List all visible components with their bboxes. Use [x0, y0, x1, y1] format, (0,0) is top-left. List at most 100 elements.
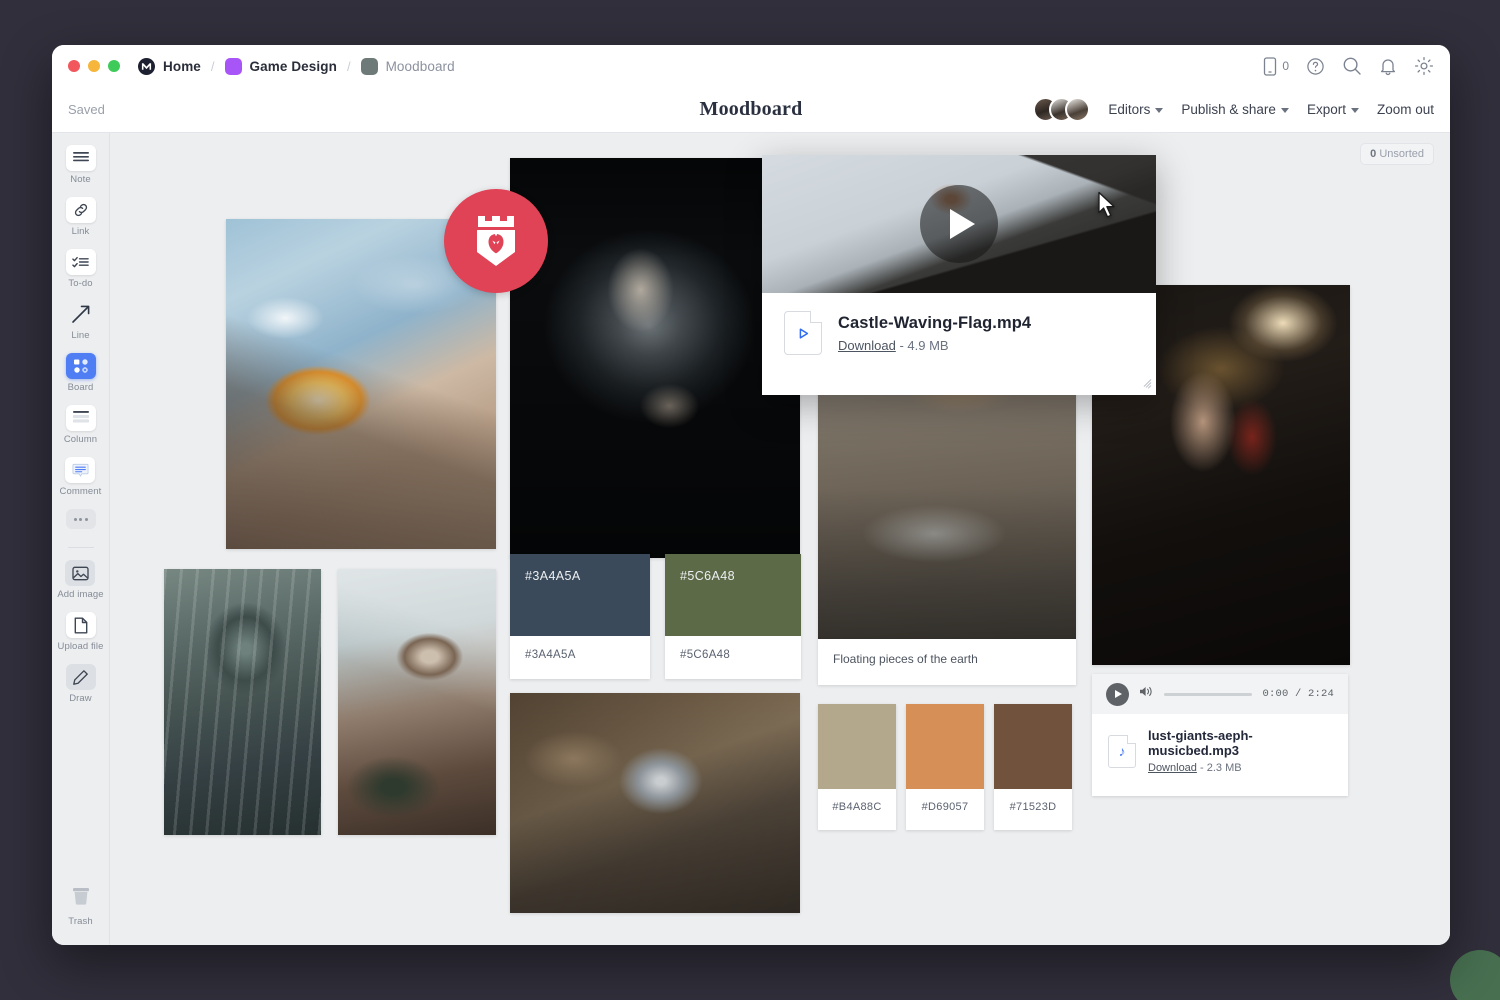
- purple-square-icon: [225, 58, 242, 75]
- zoom-out-label: Zoom out: [1377, 102, 1434, 117]
- audio-play-button[interactable]: [1106, 683, 1129, 706]
- unsorted-badge[interactable]: 0 Unsorted: [1360, 143, 1434, 165]
- notifications-icon[interactable]: [1379, 57, 1397, 76]
- swatch-hex-overlay: #5C6A48: [680, 569, 735, 583]
- sidebar-label-upload-file: Upload file: [58, 641, 104, 652]
- video-thumbnail[interactable]: [762, 155, 1156, 293]
- sidebar-item-trash[interactable]: Trash: [68, 884, 92, 927]
- grey-square-icon: [361, 58, 378, 75]
- image-mossy-knight-in-forest[interactable]: [164, 569, 321, 835]
- breadcrumb-label-moodboard: Moodboard: [386, 59, 455, 74]
- draw-pencil-icon: [66, 664, 96, 690]
- minimize-window-button[interactable]: [88, 60, 100, 72]
- traffic-lights: [68, 60, 120, 72]
- swatch-card-71523d[interactable]: #71523D: [994, 704, 1072, 830]
- swatch-card-3a4a5a[interactable]: #3A4A5A #3A4A5A: [510, 554, 650, 679]
- breadcrumb-item-moodboard[interactable]: Moodboard: [361, 58, 455, 75]
- caption-text: Floating pieces of the earth: [833, 652, 978, 666]
- settings-gear-icon[interactable]: [1414, 56, 1434, 76]
- sidebar-item-todo[interactable]: To-do: [66, 249, 96, 289]
- swatch-card-b4a88c[interactable]: #B4A88C: [818, 704, 896, 830]
- unsorted-label: Unsorted: [1379, 148, 1424, 160]
- audio-file-size: 2.3 MB: [1207, 762, 1242, 774]
- sidebar-label-trash: Trash: [68, 916, 92, 927]
- trash-icon: [69, 884, 93, 913]
- add-image-icon: [65, 560, 95, 586]
- swatch-color-d69057: [906, 704, 984, 789]
- swatch-label-71523d: #71523D: [994, 789, 1072, 825]
- video-download-link[interactable]: Download: [838, 338, 896, 353]
- video-play-button[interactable]: [920, 185, 998, 263]
- mobile-app-button[interactable]: 0: [1263, 57, 1289, 76]
- sidebar-label-column: Column: [64, 434, 97, 445]
- publish-share-label: Publish & share: [1181, 102, 1276, 117]
- audio-download-link[interactable]: Download: [1148, 762, 1197, 774]
- export-dropdown[interactable]: Export: [1307, 102, 1359, 117]
- audio-player-controls[interactable]: 0:00 / 2:24: [1092, 674, 1348, 714]
- desktop-background: Home / Game Design / Moodboard: [0, 0, 1500, 1000]
- swatch-color-71523d: [994, 704, 1072, 789]
- swatch-card-d69057[interactable]: #D69057: [906, 704, 984, 830]
- board-header: Saved Moodboard Editors Publish & share: [52, 87, 1450, 133]
- avatar: [1065, 97, 1090, 122]
- editors-dropdown[interactable]: Editors: [1108, 102, 1163, 117]
- swatch-card-5c6a48[interactable]: #5C6A48 #5C6A48: [665, 554, 801, 679]
- sidebar-item-add-image[interactable]: Add image: [57, 560, 103, 600]
- sidebar-label-draw: Draw: [69, 693, 92, 704]
- breadcrumb-separator-2: /: [344, 59, 354, 74]
- castle-crest-icon: [469, 212, 523, 270]
- audio-card[interactable]: 0:00 / 2:24 ♪ lust-giants-aeph-musicbed.…: [1092, 674, 1348, 796]
- breadcrumb-item-game-design[interactable]: Game Design: [225, 58, 337, 75]
- image-blacksmith-forging-blade[interactable]: [510, 158, 800, 558]
- sidebar-item-upload-file[interactable]: Upload file: [58, 612, 104, 652]
- sidebar-item-note[interactable]: Note: [66, 145, 96, 185]
- audio-time-display: 0:00 / 2:24: [1262, 688, 1334, 700]
- sidebar-label-comment: Comment: [60, 486, 102, 497]
- zoom-out-button[interactable]: Zoom out: [1377, 102, 1434, 117]
- sidebar-label-todo: To-do: [68, 278, 92, 289]
- todo-icon: [66, 249, 96, 275]
- upload-file-icon: [66, 612, 96, 638]
- sidebar-item-link[interactable]: Link: [66, 197, 96, 237]
- volume-icon[interactable]: [1139, 685, 1154, 703]
- sidebar-item-draw[interactable]: Draw: [66, 664, 96, 704]
- resize-handle[interactable]: [1139, 379, 1151, 391]
- publish-share-dropdown[interactable]: Publish & share: [1181, 102, 1289, 117]
- breadcrumb-label-game-design: Game Design: [250, 59, 337, 74]
- breadcrumb-label-home: Home: [163, 59, 201, 74]
- tool-sidebar: Note Link: [52, 133, 110, 945]
- breadcrumb: Home / Game Design / Moodboard: [138, 58, 455, 75]
- image-carved-dragon-figurehead[interactable]: [338, 569, 496, 835]
- castle-crest-badge[interactable]: [444, 189, 548, 293]
- editors-label: Editors: [1108, 102, 1150, 117]
- help-icon[interactable]: [1306, 57, 1325, 76]
- board-canvas[interactable]: 0 Unsorted Floating pieces of the earth: [110, 133, 1450, 945]
- audio-file-name: lust-giants-aeph-musicbed.mp3: [1148, 728, 1332, 758]
- video-file-meta: Download - 4.9 MB: [838, 338, 1031, 353]
- video-file-icon: [784, 311, 822, 355]
- swatch-label-5c6a48: #5C6A48: [665, 636, 801, 674]
- sidebar-item-column[interactable]: Column: [64, 405, 97, 445]
- board-icon: [66, 353, 96, 379]
- maximize-window-button[interactable]: [108, 60, 120, 72]
- image-viking-helmet-on-fur[interactable]: [510, 693, 800, 913]
- sidebar-item-line[interactable]: Line: [66, 301, 96, 341]
- link-icon: [66, 197, 96, 223]
- sidebar-item-more[interactable]: [66, 509, 96, 529]
- sidebar-item-comment[interactable]: Comment: [60, 457, 102, 497]
- editor-avatars[interactable]: [1033, 97, 1090, 122]
- header-actions: Editors Publish & share Export Zoom out: [1033, 97, 1434, 122]
- sidebar-item-board[interactable]: Board: [66, 353, 96, 393]
- video-file-size: 4.9 MB: [907, 338, 948, 353]
- note-icon: [66, 145, 96, 171]
- swatch-color-5c6a48: #5C6A48: [665, 554, 801, 636]
- audio-progress-track[interactable]: [1164, 693, 1252, 696]
- close-window-button[interactable]: [68, 60, 80, 72]
- caption-card-floating-pieces[interactable]: Floating pieces of the earth: [818, 639, 1076, 685]
- video-file-row: Castle-Waving-Flag.mp4 Download - 4.9 MB: [762, 293, 1156, 377]
- sidebar-label-link: Link: [72, 226, 90, 237]
- breadcrumb-item-home[interactable]: Home: [138, 58, 201, 75]
- audio-file-meta: Download - 2.3 MB: [1148, 762, 1332, 774]
- search-icon[interactable]: [1342, 56, 1362, 76]
- comment-icon: [65, 457, 95, 483]
